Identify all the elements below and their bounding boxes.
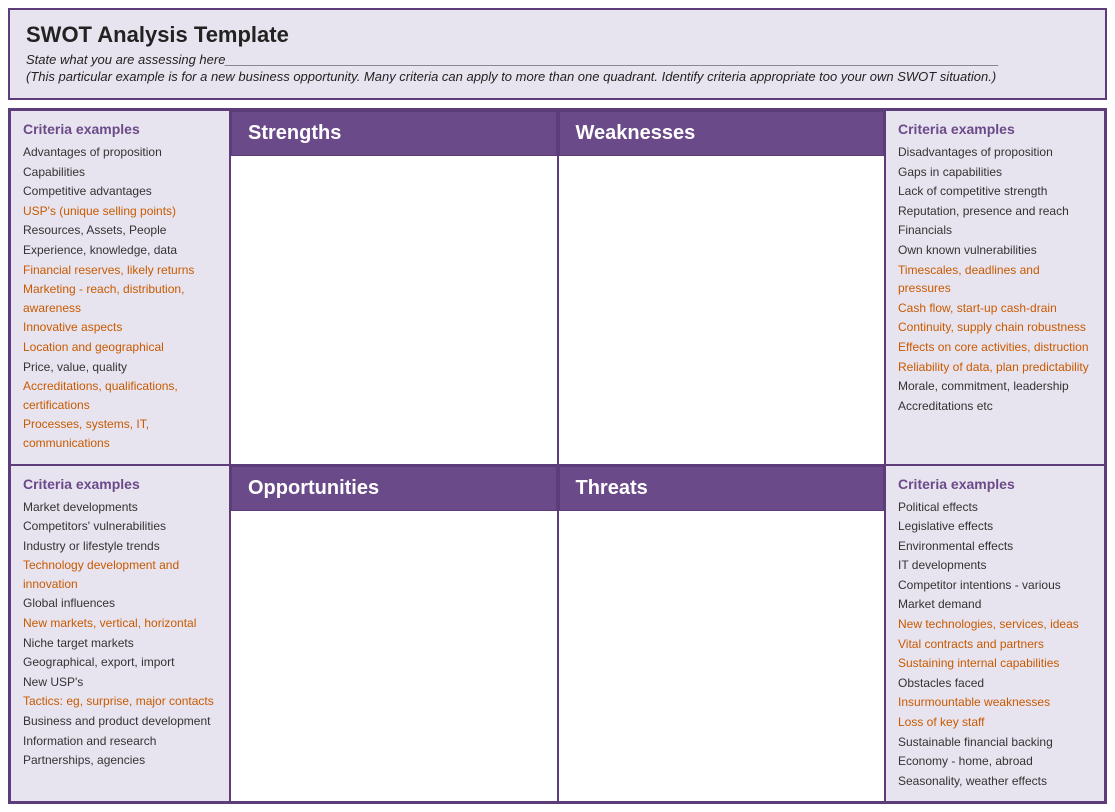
criteria-weaknesses-panel: Criteria examples Disadvantages of propo… [885, 110, 1105, 465]
list-item: Financial reserves, likely returns [23, 261, 217, 280]
criteria-threats-panel: Criteria examples Political effectsLegis… [885, 465, 1105, 803]
criteria-opportunities-items: Market developmentsCompetitors' vulnerab… [23, 498, 217, 770]
criteria-threats-title: Criteria examples [898, 476, 1092, 492]
list-item: Partnerships, agencies [23, 751, 217, 770]
list-item: Sustaining internal capabilities [898, 654, 1092, 673]
page: SWOT Analysis Template State what you ar… [0, 8, 1115, 804]
list-item: Obstacles faced [898, 674, 1092, 693]
list-item: Processes, systems, IT, communications [23, 415, 217, 452]
list-item: Resources, Assets, People [23, 221, 217, 240]
list-item: Competitor intentions - various [898, 576, 1092, 595]
criteria-threats-items: Political effectsLegislative effectsEnvi… [898, 498, 1092, 791]
list-item: Innovative aspects [23, 318, 217, 337]
criteria-weaknesses-title: Criteria examples [898, 121, 1092, 137]
list-item: Financials [898, 221, 1092, 240]
header-section: SWOT Analysis Template State what you ar… [8, 8, 1107, 100]
list-item: Experience, knowledge, data [23, 241, 217, 260]
opportunities-header: Opportunities [231, 466, 557, 511]
list-item: Advantages of proposition [23, 143, 217, 162]
list-item: Competitive advantages [23, 182, 217, 201]
weaknesses-cell[interactable] [559, 156, 885, 464]
list-item: Morale, commitment, leadership [898, 377, 1092, 396]
weaknesses-column: Weaknesses [558, 110, 886, 465]
list-item: Disadvantages of proposition [898, 143, 1092, 162]
list-item: Effects on core activities, distruction [898, 338, 1092, 357]
list-item: Accreditations, qualifications, certific… [23, 377, 217, 414]
page-title: SWOT Analysis Template [26, 22, 1089, 48]
strengths-cell[interactable] [231, 156, 557, 464]
list-item: Timescales, deadlines and pressures [898, 261, 1092, 298]
list-item: Information and research [23, 732, 217, 751]
criteria-opportunities-title: Criteria examples [23, 476, 217, 492]
header-subtitle: State what you are assessing here_______… [26, 52, 1089, 67]
list-item: Niche target markets [23, 634, 217, 653]
criteria-strengths-panel: Criteria examples Advantages of proposit… [10, 110, 230, 465]
list-item: Reputation, presence and reach [898, 202, 1092, 221]
list-item: Location and geographical [23, 338, 217, 357]
list-item: Market developments [23, 498, 217, 517]
list-item: IT developments [898, 556, 1092, 575]
list-item: Geographical, export, import [23, 653, 217, 672]
threats-header: Threats [559, 466, 885, 511]
list-item: Continuity, supply chain robustness [898, 318, 1092, 337]
list-item: Market demand [898, 595, 1092, 614]
list-item: Technology development and innovation [23, 556, 217, 593]
list-item: Political effects [898, 498, 1092, 517]
list-item: Tactics: eg, surprise, major contacts [23, 692, 217, 711]
list-item: Loss of key staff [898, 713, 1092, 732]
weaknesses-header: Weaknesses [559, 111, 885, 156]
list-item: Accreditations etc [898, 397, 1092, 416]
list-item: Competitors' vulnerabilities [23, 517, 217, 536]
list-item: New technologies, services, ideas [898, 615, 1092, 634]
swot-grid: Criteria examples Advantages of proposit… [8, 108, 1107, 804]
criteria-strengths-items: Advantages of propositionCapabilitiesCom… [23, 143, 217, 453]
list-item: Economy - home, abroad [898, 752, 1092, 771]
list-item: Industry or lifestyle trends [23, 537, 217, 556]
list-item: Price, value, quality [23, 358, 217, 377]
list-item: Environmental effects [898, 537, 1092, 556]
list-item: USP's (unique selling points) [23, 202, 217, 221]
criteria-opportunities-panel: Criteria examples Market developmentsCom… [10, 465, 230, 803]
list-item: Own known vulnerabilities [898, 241, 1092, 260]
threats-cell[interactable] [559, 511, 885, 802]
strengths-header: Strengths [231, 111, 557, 156]
opportunities-column: Opportunities [230, 465, 558, 803]
list-item: Cash flow, start-up cash-drain [898, 299, 1092, 318]
list-item: Global influences [23, 594, 217, 613]
list-item: Gaps in capabilities [898, 163, 1092, 182]
list-item: Lack of competitive strength [898, 182, 1092, 201]
header-description: (This particular example is for a new bu… [26, 69, 1089, 84]
list-item: Reliability of data, plan predictability [898, 358, 1092, 377]
threats-column: Threats [558, 465, 886, 803]
strengths-column: Strengths [230, 110, 558, 465]
list-item: Sustainable financial backing [898, 733, 1092, 752]
list-item: Marketing - reach, distribution, awarene… [23, 280, 217, 317]
list-item: Business and product development [23, 712, 217, 731]
criteria-strengths-title: Criteria examples [23, 121, 217, 137]
list-item: New markets, vertical, horizontal [23, 614, 217, 633]
list-item: Capabilities [23, 163, 217, 182]
list-item: Seasonality, weather effects [898, 772, 1092, 791]
list-item: Vital contracts and partners [898, 635, 1092, 654]
criteria-weaknesses-items: Disadvantages of propositionGaps in capa… [898, 143, 1092, 415]
list-item: Insurmountable weaknesses [898, 693, 1092, 712]
list-item: Legislative effects [898, 517, 1092, 536]
list-item: New USP's [23, 673, 217, 692]
opportunities-cell[interactable] [231, 511, 557, 802]
